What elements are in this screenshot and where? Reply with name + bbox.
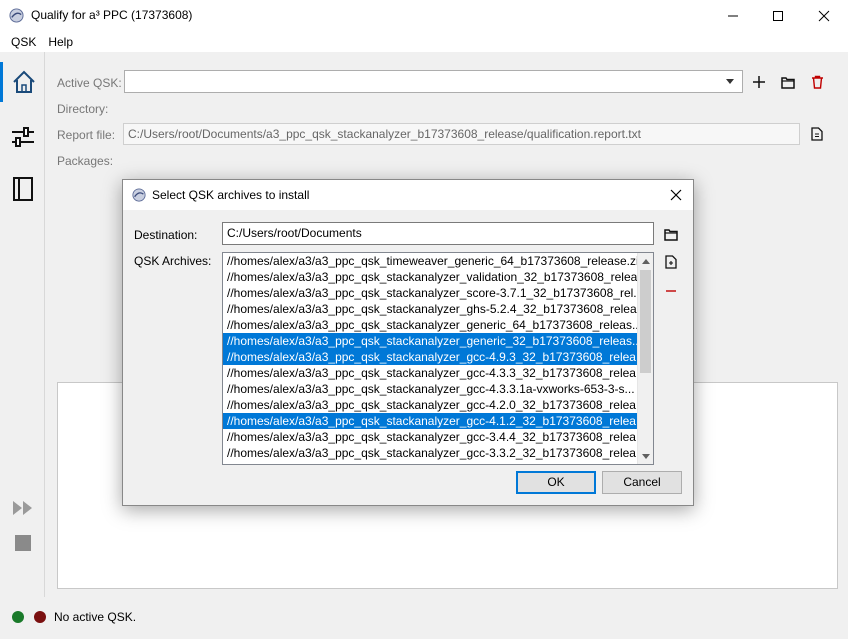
- folder-icon: [781, 76, 795, 89]
- close-icon: [670, 189, 682, 201]
- archive-list-item[interactable]: //homes/alex/a3/a3_ppc_qsk_stackanalyzer…: [223, 381, 637, 397]
- settings-sliders-icon: [11, 127, 34, 147]
- dialog-title: Select QSK archives to install: [152, 188, 310, 202]
- scroll-down-arrow[interactable]: [638, 448, 653, 464]
- menu-qsk[interactable]: QSK: [5, 35, 42, 49]
- add-archive-button[interactable]: [663, 254, 679, 270]
- cancel-button[interactable]: Cancel: [602, 471, 682, 494]
- archive-list-scrollbar[interactable]: [637, 253, 653, 464]
- archive-list-item[interactable]: //homes/alex/a3/a3_ppc_qsk_stackanalyzer…: [223, 365, 637, 381]
- status-ok-indicator: [12, 611, 24, 623]
- archive-rows: //homes/alex/a3/a3_ppc_qsk_timeweaver_ge…: [223, 253, 637, 461]
- app-logo-icon: [9, 8, 24, 23]
- report-file-label: Report file:: [57, 128, 116, 142]
- open-report-button[interactable]: [809, 126, 825, 142]
- active-qsk-combobox[interactable]: [124, 70, 743, 93]
- archive-list-item[interactable]: //homes/alex/a3/a3_ppc_qsk_stackanalyzer…: [223, 285, 637, 301]
- browse-destination-button[interactable]: [663, 226, 679, 242]
- chevron-up-icon: [642, 258, 650, 264]
- packages-label: Packages:: [57, 154, 114, 168]
- run-button[interactable]: [0, 488, 45, 528]
- minimize-icon: [728, 15, 738, 16]
- menu-bar: QSK Help: [0, 31, 848, 52]
- dialog-titlebar: Select QSK archives to install: [123, 180, 693, 210]
- minimize-button[interactable]: [710, 0, 756, 31]
- dialog-close-button[interactable]: [665, 184, 687, 206]
- status-error-indicator: [34, 611, 46, 623]
- delete-qsk-button[interactable]: [809, 74, 825, 90]
- app-logo-icon: [132, 188, 146, 202]
- archive-list-item[interactable]: //homes/alex/a3/a3_ppc_qsk_stackanalyzer…: [223, 333, 637, 349]
- stop-icon: [14, 535, 31, 551]
- document-icon: [811, 127, 823, 141]
- minus-icon: [666, 290, 676, 292]
- open-folder-button[interactable]: [780, 74, 796, 90]
- home-icon: [13, 70, 35, 93]
- sidebar-item-home[interactable]: [0, 62, 45, 102]
- remove-archive-button[interactable]: [663, 283, 679, 299]
- archive-list-item[interactable]: //homes/alex/a3/a3_ppc_qsk_stackanalyzer…: [223, 269, 637, 285]
- active-qsk-label: Active QSK:: [57, 76, 122, 90]
- qsk-archives-list[interactable]: //homes/alex/a3/a3_ppc_qsk_timeweaver_ge…: [222, 252, 654, 465]
- ok-button[interactable]: OK: [516, 471, 596, 494]
- chevron-down-icon: [726, 79, 734, 84]
- report-file-field[interactable]: C:/Users/root/Documents/a3_ppc_qsk_stack…: [123, 123, 800, 145]
- document-add-icon: [665, 255, 677, 269]
- folder-icon: [664, 228, 678, 241]
- qsk-archives-label: QSK Archives:: [134, 254, 212, 268]
- archive-list-item[interactable]: //homes/alex/a3/a3_ppc_qsk_stackanalyzer…: [223, 413, 637, 429]
- scroll-up-arrow[interactable]: [638, 253, 653, 269]
- window-title: Qualify for a³ PPC (17373608): [31, 8, 193, 22]
- maximize-icon: [773, 10, 783, 21]
- status-text: No active QSK.: [54, 610, 137, 624]
- sidebar-item-notebook[interactable]: [0, 169, 45, 209]
- archive-list-item[interactable]: //homes/alex/a3/a3_ppc_qsk_stackanalyzer…: [223, 445, 637, 461]
- stop-button[interactable]: [0, 523, 45, 563]
- window-titlebar: Qualify for a³ PPC (17373608): [0, 0, 848, 31]
- maximize-button[interactable]: [755, 0, 801, 31]
- sidebar: [0, 52, 45, 597]
- menu-help[interactable]: Help: [42, 35, 79, 49]
- add-qsk-button[interactable]: [751, 74, 767, 90]
- notebook-icon: [12, 177, 33, 201]
- plus-icon: [753, 76, 765, 88]
- destination-input[interactable]: C:/Users/root/Documents: [222, 222, 654, 245]
- destination-label: Destination:: [134, 228, 198, 242]
- chevron-down-icon: [642, 453, 650, 459]
- archive-list-item[interactable]: //homes/alex/a3/a3_ppc_qsk_stackanalyzer…: [223, 397, 637, 413]
- directory-label: Directory:: [57, 102, 109, 116]
- archive-list-item[interactable]: //homes/alex/a3/a3_ppc_qsk_stackanalyzer…: [223, 317, 637, 333]
- trash-icon: [811, 75, 823, 89]
- select-archives-dialog: Select QSK archives to install Destinati…: [122, 179, 694, 506]
- archive-list-item[interactable]: //homes/alex/a3/a3_ppc_qsk_stackanalyzer…: [223, 349, 637, 365]
- close-icon: [818, 10, 830, 21]
- close-button[interactable]: [801, 0, 847, 31]
- archive-list-item[interactable]: //homes/alex/a3/a3_ppc_qsk_stackanalyzer…: [223, 301, 637, 317]
- scroll-thumb[interactable]: [640, 270, 651, 373]
- archive-list-item[interactable]: //homes/alex/a3/a3_ppc_qsk_timeweaver_ge…: [223, 253, 637, 269]
- sidebar-item-settings[interactable]: [0, 117, 45, 157]
- archive-list-item[interactable]: //homes/alex/a3/a3_ppc_qsk_stackanalyzer…: [223, 429, 637, 445]
- fast-forward-icon: [12, 501, 32, 515]
